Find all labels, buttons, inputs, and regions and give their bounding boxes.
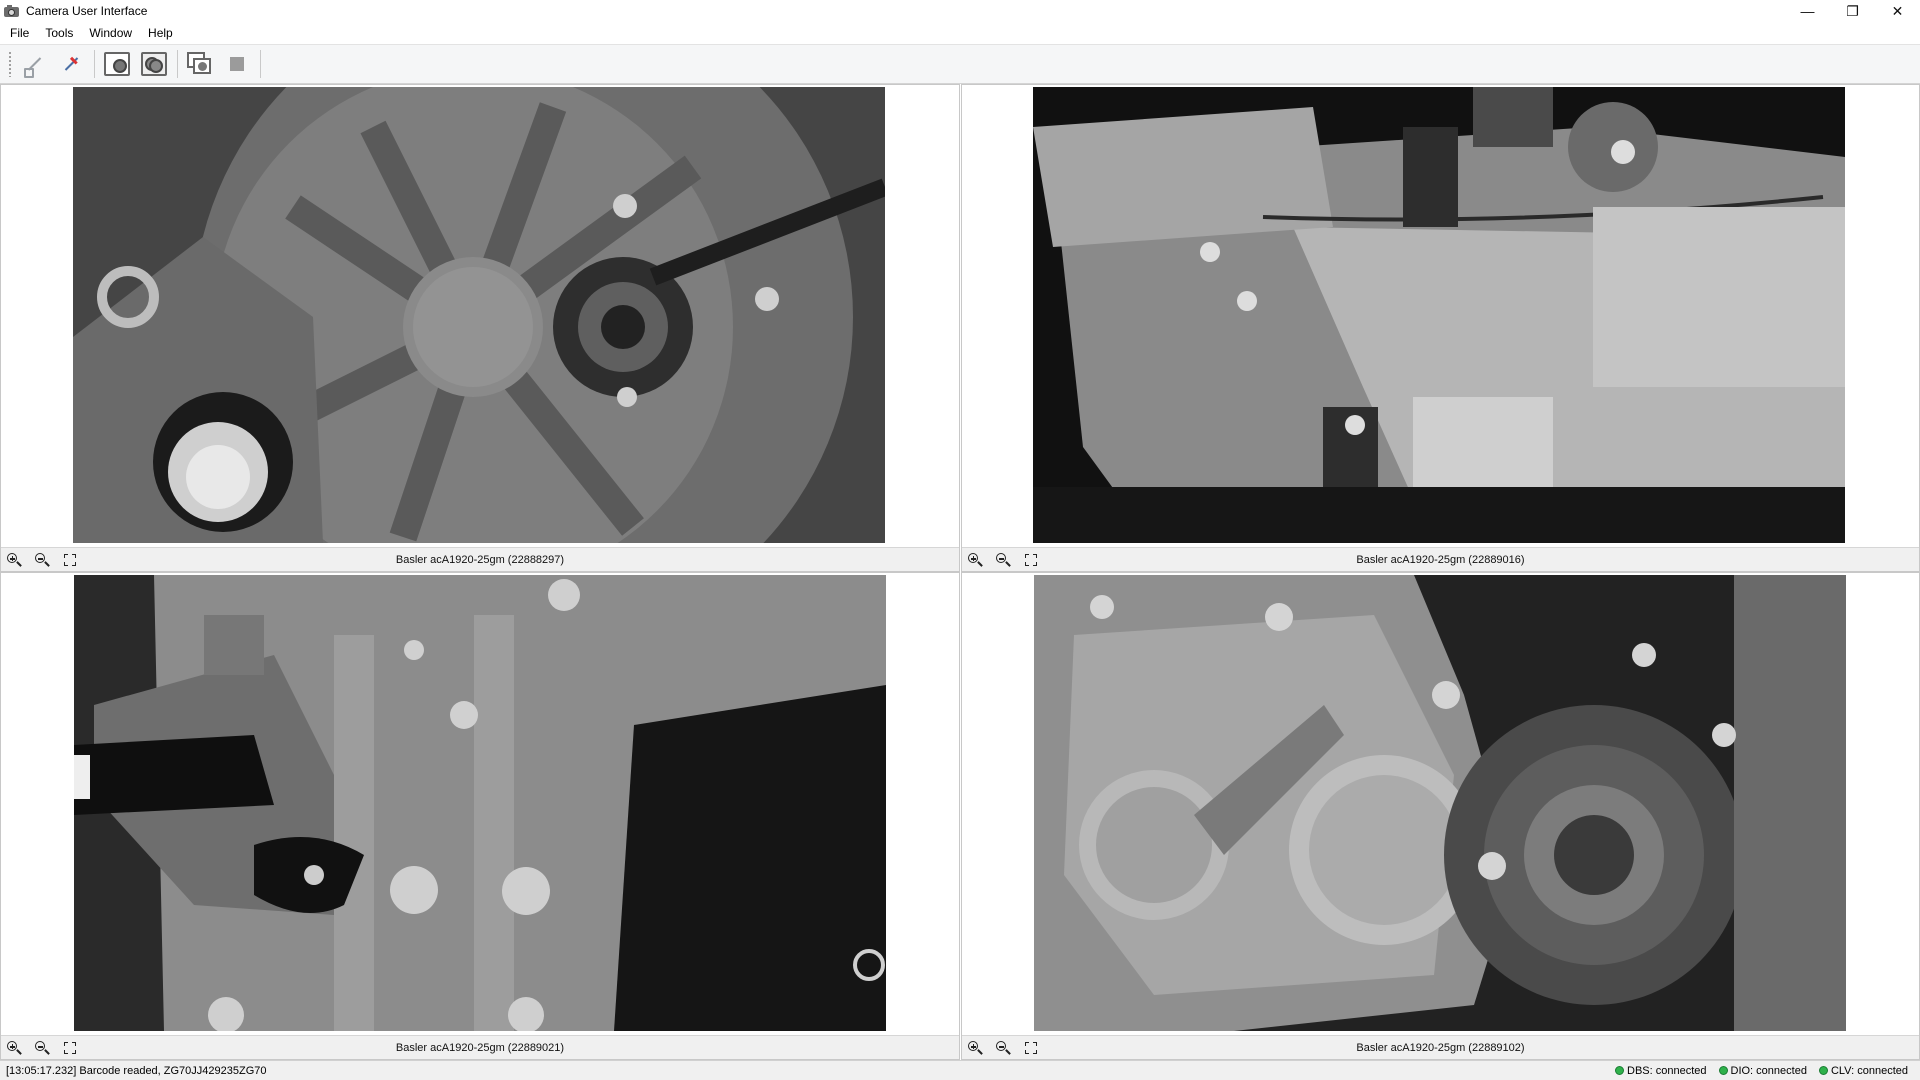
camera-footer-2: Basler acA1920-25gm (22889016): [962, 547, 1919, 571]
multi-snapshot-icon: [141, 52, 167, 76]
stop-button[interactable]: [221, 49, 253, 79]
toolbar: [0, 44, 1920, 84]
camera-label: Basler acA1920-25gm (22889102): [1356, 1042, 1525, 1054]
camera-image-3: [74, 575, 886, 1031]
camera-image-4: [1034, 575, 1846, 1031]
menu-bar: File Tools Window Help: [0, 22, 1920, 44]
status-ok-icon: [1818, 1066, 1828, 1075]
toolbar-separator: [94, 50, 95, 78]
camera-panel-4: Basler acA1920-25gm (22889102): [961, 572, 1920, 1060]
single-snapshot-icon: [104, 52, 130, 76]
camera-app-icon: [4, 4, 20, 18]
restore-button[interactable]: ❐: [1830, 0, 1875, 22]
live-view-button[interactable]: [184, 49, 216, 79]
status-indicator-label: DBS: connected: [1627, 1064, 1707, 1077]
camera-label: Basler acA1920-25gm (22888297): [395, 554, 565, 566]
toolbar-grip[interactable]: [8, 51, 12, 77]
status-bar: [13:05:17.232] Barcode readed, ZG70JJ429…: [0, 1060, 1920, 1080]
menu-file[interactable]: File: [2, 22, 37, 44]
camera-viewport-1[interactable]: [1, 85, 959, 545]
status-ok-icon: [1718, 1066, 1728, 1075]
status-ok-icon: [1615, 1066, 1624, 1075]
live-view-icon: [187, 52, 213, 76]
camera-panel-1: Basler acA1920-25gm (22888297): [0, 84, 960, 572]
camera-panel-3: Basler acA1920-25gm (22889021): [0, 572, 960, 1060]
menu-help[interactable]: Help: [140, 22, 181, 44]
status-indicator-clv: CLV: connected: [1818, 1064, 1908, 1077]
menu-window[interactable]: Window: [81, 22, 140, 44]
camera-footer-1: Basler acA1920-25gm (22888297): [1, 547, 959, 571]
minimize-button[interactable]: —: [1785, 0, 1830, 22]
camera-footer-3: Basler acA1920-25gm (22889021): [1, 1035, 959, 1059]
camera-image-1: [73, 87, 885, 543]
window-title: Camera User Interface: [26, 4, 148, 18]
status-indicator-label: CLV: connected: [1830, 1064, 1908, 1077]
disconnect-icon: [59, 52, 83, 76]
status-indicator-label: DIO: connected: [1730, 1064, 1807, 1077]
camera-viewport-3[interactable]: [1, 573, 959, 1033]
menu-tools[interactable]: Tools: [37, 22, 81, 44]
toolbar-separator: [260, 50, 261, 78]
stop-icon: [230, 57, 244, 71]
toolbar-separator: [177, 50, 178, 78]
status-indicator-dbs: DBS: connected: [1615, 1065, 1707, 1077]
close-button[interactable]: ✕: [1875, 0, 1920, 22]
camera-panel-2: Basler acA1920-25gm (22889016): [961, 84, 1920, 572]
camera-label: Basler acA1920-25gm (22889016): [1356, 554, 1525, 566]
camera-viewport-2[interactable]: [962, 85, 1919, 545]
camera-label: Basler acA1920-25gm (22889021): [395, 1042, 565, 1054]
disconnect-button[interactable]: [55, 49, 87, 79]
camera-image-2: [1033, 87, 1845, 543]
connect-icon: [22, 52, 46, 78]
title-bar: Camera User Interface — ❐ ✕: [0, 0, 1920, 22]
status-indicator-dio: DIO: connected: [1718, 1064, 1807, 1077]
connect-button[interactable]: [18, 49, 50, 79]
camera-footer-4: Basler acA1920-25gm (22889102): [962, 1035, 1919, 1059]
multi-snapshot-button[interactable]: [138, 49, 170, 79]
status-message: [13:05:17.232] Barcode readed, ZG70JJ429…: [6, 1064, 267, 1077]
camera-viewport-4[interactable]: [962, 573, 1919, 1033]
single-snapshot-button[interactable]: [101, 49, 133, 79]
